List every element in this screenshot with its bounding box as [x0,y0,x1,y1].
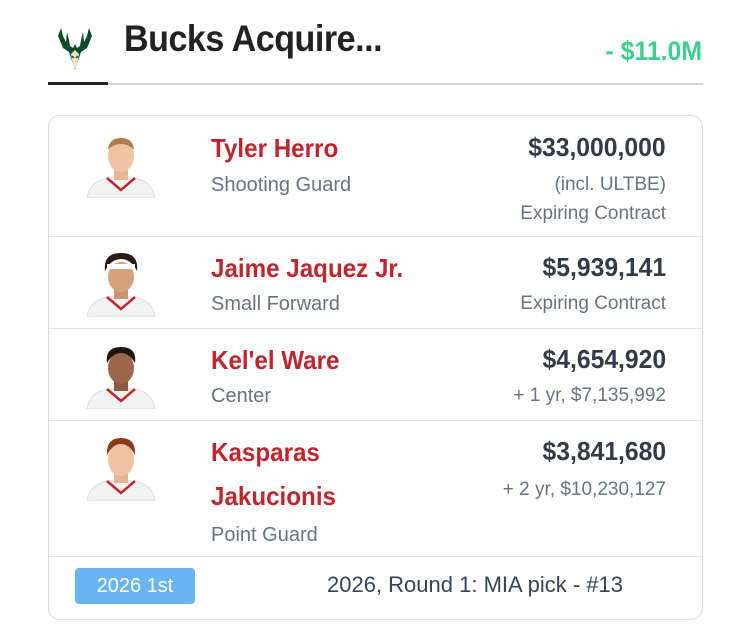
page-title: Bucks Acquire... [124,18,383,59]
player-headshot [86,438,156,501]
contract-status: Expiring Contract [520,293,666,314]
contract-status: Expiring Contract [520,203,666,224]
player-row[interactable]: Jaime Jaquez Jr. Small Forward $5,939,14… [49,236,702,329]
player-headshot [86,253,156,317]
player-name[interactable]: Kel'el Ware [211,338,339,382]
player-position: Center [211,385,272,407]
salary-note: (incl. ULTBE) [554,174,666,195]
player-salary: $4,654,920 [542,344,666,374]
player-position: Point Guard [211,524,318,546]
contract-extension: + 2 yr, $10,230,127 [502,479,666,500]
header-divider [48,83,703,85]
player-salary: $5,939,141 [542,252,666,282]
acquired-assets-card: Tyler Herro Shooting Guard $33,000,000 (… [48,115,703,620]
player-headshot [86,138,156,198]
player-row[interactable]: Tyler Herro Shooting Guard $33,000,000 (… [49,116,702,237]
player-name[interactable]: Tyler Herro [211,126,338,170]
draft-pick-badge: 2026 1st [75,568,195,604]
player-name-first[interactable]: Kasparas [211,430,320,474]
player-row[interactable]: Kel'el Ware Center $4,654,920 + 1 yr, $7… [49,328,702,421]
player-headshot [86,347,156,409]
draft-pick-row[interactable]: 2026 1st 2026, Round 1: MIA pick - #13 [49,556,702,619]
active-tab-indicator [48,82,108,85]
bucks-deer-logo-icon [58,28,92,70]
contract-extension: + 1 yr, $7,135,992 [513,385,666,406]
net-salary-change: - $11.0M [605,36,702,66]
player-row[interactable]: Kasparas Jakucionis Point Guard $3,841,6… [49,420,702,557]
player-name[interactable]: Jaime Jaquez Jr. [211,246,403,290]
player-salary: $3,841,680 [542,436,666,466]
player-salary: $33,000,000 [528,132,666,162]
player-name-last[interactable]: Jakucionis [211,474,336,518]
trade-header: Bucks Acquire... - $11.0M [0,0,750,90]
player-position: Small Forward [211,293,340,315]
player-position: Shooting Guard [211,174,352,196]
draft-pick-description: 2026, Round 1: MIA pick - #13 [327,572,623,597]
